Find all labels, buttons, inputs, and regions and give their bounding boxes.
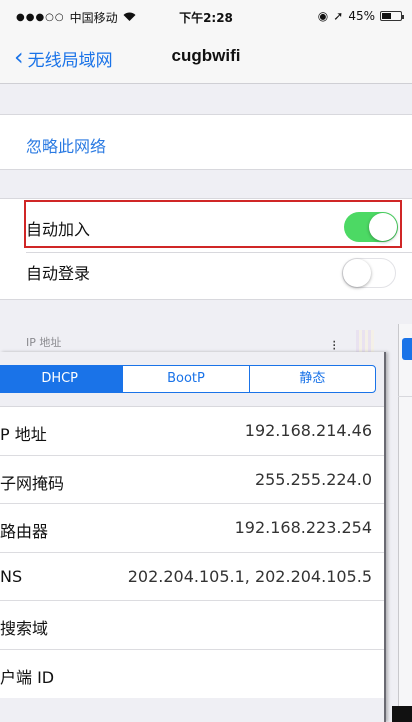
row-divider: [26, 252, 412, 253]
forget-network-button[interactable]: 忽略此网络: [0, 114, 412, 170]
battery-percent: 45%: [348, 9, 375, 23]
annotation-highlight-box: [24, 200, 402, 248]
tab-static[interactable]: 静态: [248, 366, 375, 392]
forget-network-label: 忽略此网络: [26, 137, 107, 156]
ip-address-value: 192.168.214.46: [244, 421, 372, 440]
list-item[interactable]: 户端 ID: [0, 650, 384, 699]
list-item: 路由器 192.168.223.254: [0, 504, 384, 553]
battery-icon: [380, 11, 404, 21]
auto-login-toggle[interactable]: [342, 258, 396, 288]
panel-footer: [0, 698, 384, 722]
dns-value: 202.204.105.1, 202.204.105.5: [127, 566, 372, 586]
subnet-mask-label: 子网掩码: [0, 473, 65, 493]
image-corner-artifact: [392, 706, 412, 722]
search-domain-label: 搜索域: [0, 619, 49, 638]
orientation-lock-icon: ◉: [317, 9, 329, 23]
status-bar: ●●●○○ 中国移动 下午2:28 ◉ ➚ 45%: [0, 0, 412, 32]
list-item[interactable]: NS 202.204.105.1, 202.204.105.5: [0, 553, 384, 601]
adjacent-row-divider: [398, 396, 412, 397]
ip-section-header: IP 地址: [26, 336, 62, 349]
tab-bootp[interactable]: BootP: [122, 366, 248, 392]
subnet-mask-value: 255.255.224.0: [254, 469, 372, 489]
ip-mode-bar: DHCP BootP 静态: [0, 352, 384, 406]
dns-label: NS: [0, 566, 23, 586]
ip-detail-list: P 地址 192.168.214.46 子网掩码 255.255.224.0 路…: [0, 406, 384, 699]
toggle-knob: [343, 259, 371, 287]
client-id-label: 户端 ID: [0, 667, 55, 687]
router-label: 路由器: [0, 522, 49, 541]
auto-login-label: 自动登录: [26, 264, 91, 283]
ip-settings-panel: DHCP BootP 静态 P 地址 192.168.214.46 子网掩码 2…: [0, 352, 386, 722]
adjacent-screenshot-edge: [398, 324, 412, 722]
location-icon: ➚: [333, 9, 344, 23]
battery-group: ◉ ➚ 45%: [317, 9, 404, 23]
router-value: 192.168.223.254: [234, 518, 372, 537]
list-item: 子网掩码 255.255.224.0: [0, 456, 384, 504]
ip-address-label: P 地址: [0, 425, 47, 444]
navigation-bar: ‹ 无线局域网 cugbwifi: [0, 32, 412, 84]
image-artifact: [356, 330, 374, 354]
list-item: P 地址 192.168.214.46: [0, 407, 384, 456]
tab-dhcp[interactable]: DHCP: [0, 366, 123, 392]
adjacent-segment-edge: [402, 338, 412, 360]
list-item[interactable]: 搜索域: [0, 601, 384, 650]
page-title: cugbwifi: [171, 46, 241, 65]
ip-mode-segmented-control: DHCP BootP 静态: [0, 365, 376, 393]
